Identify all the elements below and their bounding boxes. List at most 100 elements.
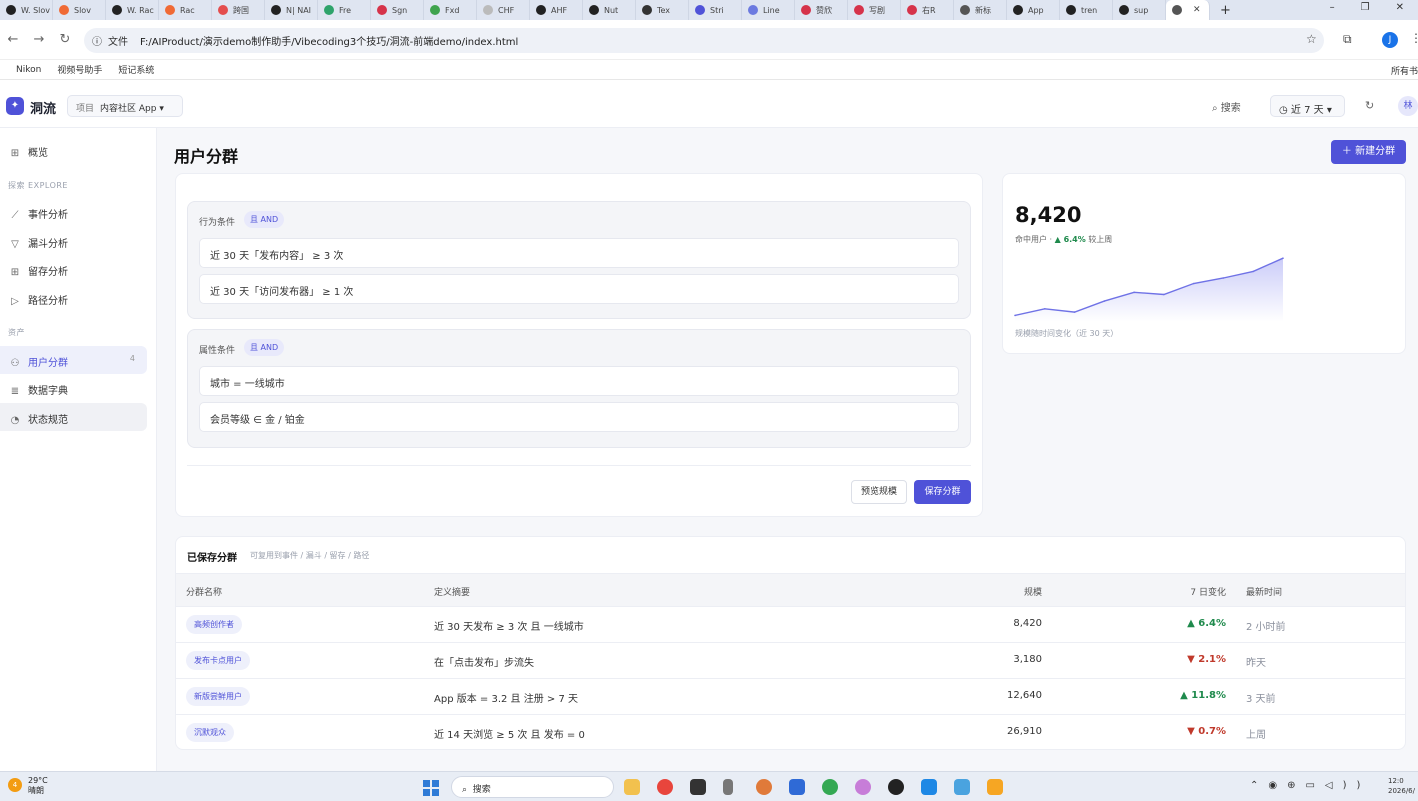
forward-icon[interactable]: → [26,32,52,47]
browser-tab[interactable]: sup [1113,0,1166,20]
browser-tab[interactable]: Slov [53,0,106,20]
browser-tab[interactable]: 新标 [954,0,1007,20]
tab-label: Slov [74,5,91,15]
table-row[interactable]: 新版尝鲜用户 App 版本 = 3.2 且 注册 > 7 天 12,640 ▲ 11.… [176,679,1405,715]
sidebar-item-overview[interactable]: ⊞ 概览 [0,136,147,164]
condition-row[interactable]: 近 30 天「访问发布器」 ≥ 1 次 [199,274,959,304]
app-cloud-icon[interactable] [954,779,970,795]
file-explorer-icon[interactable] [624,779,640,795]
bookmark-star-icon[interactable]: ☆ [1306,32,1317,46]
system-clock[interactable]: 12:0 2026/6/ [1388,776,1415,796]
segment-name-pill[interactable]: 发布卡点用户 [186,651,250,670]
bookmark-all[interactable]: 所有书 [1391,64,1418,77]
tab-favicon-icon [589,5,599,15]
browser-tab[interactable]: Tex [636,0,689,20]
browser-tab[interactable]: Stri [689,0,742,20]
browser-tab[interactable]: Rac [159,0,212,20]
weather-widget[interactable]: 4 29°C 晴朗 [8,776,48,796]
taskbar-search[interactable]: ⌕ 搜索 [451,776,614,798]
extensions-icon[interactable]: ⧉ [1343,32,1352,47]
browser-tab[interactable]: Fre [318,0,371,20]
refresh-icon[interactable]: ↻ [1365,99,1374,112]
terminal-icon[interactable] [690,779,706,795]
browser-tab[interactable]: Fxd [424,0,477,20]
app-header: ✦ 洞流 项目 内容社区 App ▾ ⌕ 搜索 ◷ 近 7 天 ▾ ↻ 林 [0,80,1418,128]
table-row[interactable]: 发布卡点用户 在「点击发布」步流失 3,180 ▼ 2.1% 昨天 [176,643,1405,679]
project-selector[interactable]: 项目 内容社区 App ▾ [67,95,183,117]
vscode-icon[interactable] [921,779,937,795]
sidebar-item-retention-analysis[interactable]: ⊞ 留存分析 [0,255,147,283]
table-row[interactable]: 沉默观众 近 14 天浏览 ≥ 5 次 且 发布 = 0 26,910 ▼ 0.7% 上… [176,715,1405,749]
url-text[interactable]: F:/AIProduct/演示demo制作助手/Vibecoding3个技巧/洞… [140,33,518,48]
date-range-selector[interactable]: ◷ 近 7 天 ▾ [1270,95,1345,117]
browser-tab[interactable]: Nut [583,0,636,20]
user-avatar[interactable]: 林 [1398,96,1418,116]
chrome-profile-icon[interactable] [822,779,838,795]
segment-name-pill[interactable]: 沉默观众 [186,723,234,742]
segment-change: ▼ 0.7% [1187,726,1226,737]
weather-desc: 晴朗 [28,786,44,795]
windows-start-icon[interactable] [423,780,439,796]
bookmark-nikon[interactable]: Nikon [16,65,41,75]
save-segment-button[interactable]: 保存分群 [914,480,971,504]
browser-tab[interactable]: AHF [530,0,583,20]
address-bar-row: ← → ↻ ⓘ 文件 F:/AIProduct/演示demo制作助手/Vibec… [0,20,1418,60]
sidebar-item-event-analysis[interactable]: ⟋ 事件分析 [0,198,147,226]
condition-row[interactable]: 近 30 天「发布内容」 ≥ 3 次 [199,238,959,268]
browser-tab[interactable]: N| NAI [265,0,318,20]
browser-tab[interactable]: Line [742,0,795,20]
tab-favicon-icon [165,5,175,15]
sidebar-item-user-segments[interactable]: ⚇ 用户分群 4 [0,346,147,374]
browser-tab[interactable]: W. Rac [106,0,159,20]
logic-and-tag[interactable]: 且 AND [244,339,285,356]
browser-tab[interactable]: CHF [477,0,530,20]
pen-tool-icon[interactable] [723,779,733,795]
segment-name-pill[interactable]: 高频创作者 [186,615,242,634]
info-icon[interactable]: ⓘ [92,33,102,48]
system-tray[interactable]: ⌃◉⊕▭◁)) [1250,780,1370,791]
minimize-button[interactable]: – [1330,2,1335,13]
sidebar-item-path-analysis[interactable]: ▷ 路径分析 [0,284,147,312]
window-close-button[interactable]: ✕ [1396,2,1404,13]
app-purple-icon[interactable] [855,779,871,795]
sidebar-item-data-dictionary[interactable]: ≣ 数据字典 [0,374,147,402]
condition-row[interactable]: 城市 = 一线城市 [199,366,959,396]
condition-row[interactable]: 会员等级 ∈ 金 / 铂金 [199,402,959,432]
browser-tab[interactable]: Sgn [371,0,424,20]
browser-menu-icon[interactable]: ⋮ [1410,31,1418,45]
maximize-button[interactable]: ❐ [1361,2,1370,13]
browser-tab-active[interactable]: ✕ [1166,0,1210,20]
new-segment-button[interactable]: ＋ 新建分群 [1331,140,1406,164]
sidebar-item-state-spec[interactable]: ◔ 状态规范 [0,403,147,431]
segment-name-pill[interactable]: 新版尝鲜用户 [186,687,250,706]
tab-favicon-icon [748,5,758,15]
browser-tab[interactable]: 右R [901,0,954,20]
app-blue-icon[interactable] [789,779,805,795]
preview-size-button[interactable]: 预览规模 [851,480,907,504]
logo-icon: ✦ [6,97,24,115]
back-icon[interactable]: ← [0,32,26,47]
sidebar-item-funnel-analysis[interactable]: ▽ 漏斗分析 [0,227,147,255]
app-orange-icon[interactable] [987,779,1003,795]
asterisk-app-icon[interactable] [756,779,772,795]
header-search[interactable]: ⌕ 搜索 [1212,99,1241,114]
browser-tab[interactable]: 写剧 [848,0,901,20]
browser-tab-strip: W. Slov Slov W. Rac Rac 跨国 N| NAI Fre Sgn Fxd CHF… [0,0,1418,20]
browser-tab[interactable]: 跨国 [212,0,265,20]
reload-icon[interactable]: ↻ [52,32,78,47]
panda-app-icon[interactable] [888,779,904,795]
profile-avatar[interactable]: J [1382,32,1398,48]
new-tab-button[interactable]: + [1220,3,1231,18]
chrome-icon[interactable] [657,779,673,795]
window-controls: – ❐ ✕ [1316,0,1418,15]
bookmark-video-helper[interactable]: 视频号助手 [57,63,102,76]
tab-close-icon[interactable]: ✕ [1193,5,1201,15]
browser-tab[interactable]: tren [1060,0,1113,20]
browser-tab[interactable]: W. Slov [0,0,53,20]
browser-tab[interactable]: 赞欣 [795,0,848,20]
url-field[interactable]: ⓘ 文件 F:/AIProduct/演示demo制作助手/Vibecoding3… [84,28,1324,53]
table-row[interactable]: 高频创作者 近 30 天发布 ≥ 3 次 且 一线城市 8,420 ▲ 6.4% 2 小… [176,607,1405,643]
browser-tab[interactable]: App [1007,0,1060,20]
logic-and-tag[interactable]: 且 AND [244,211,285,228]
bookmark-notes[interactable]: 短记系统 [118,63,154,76]
